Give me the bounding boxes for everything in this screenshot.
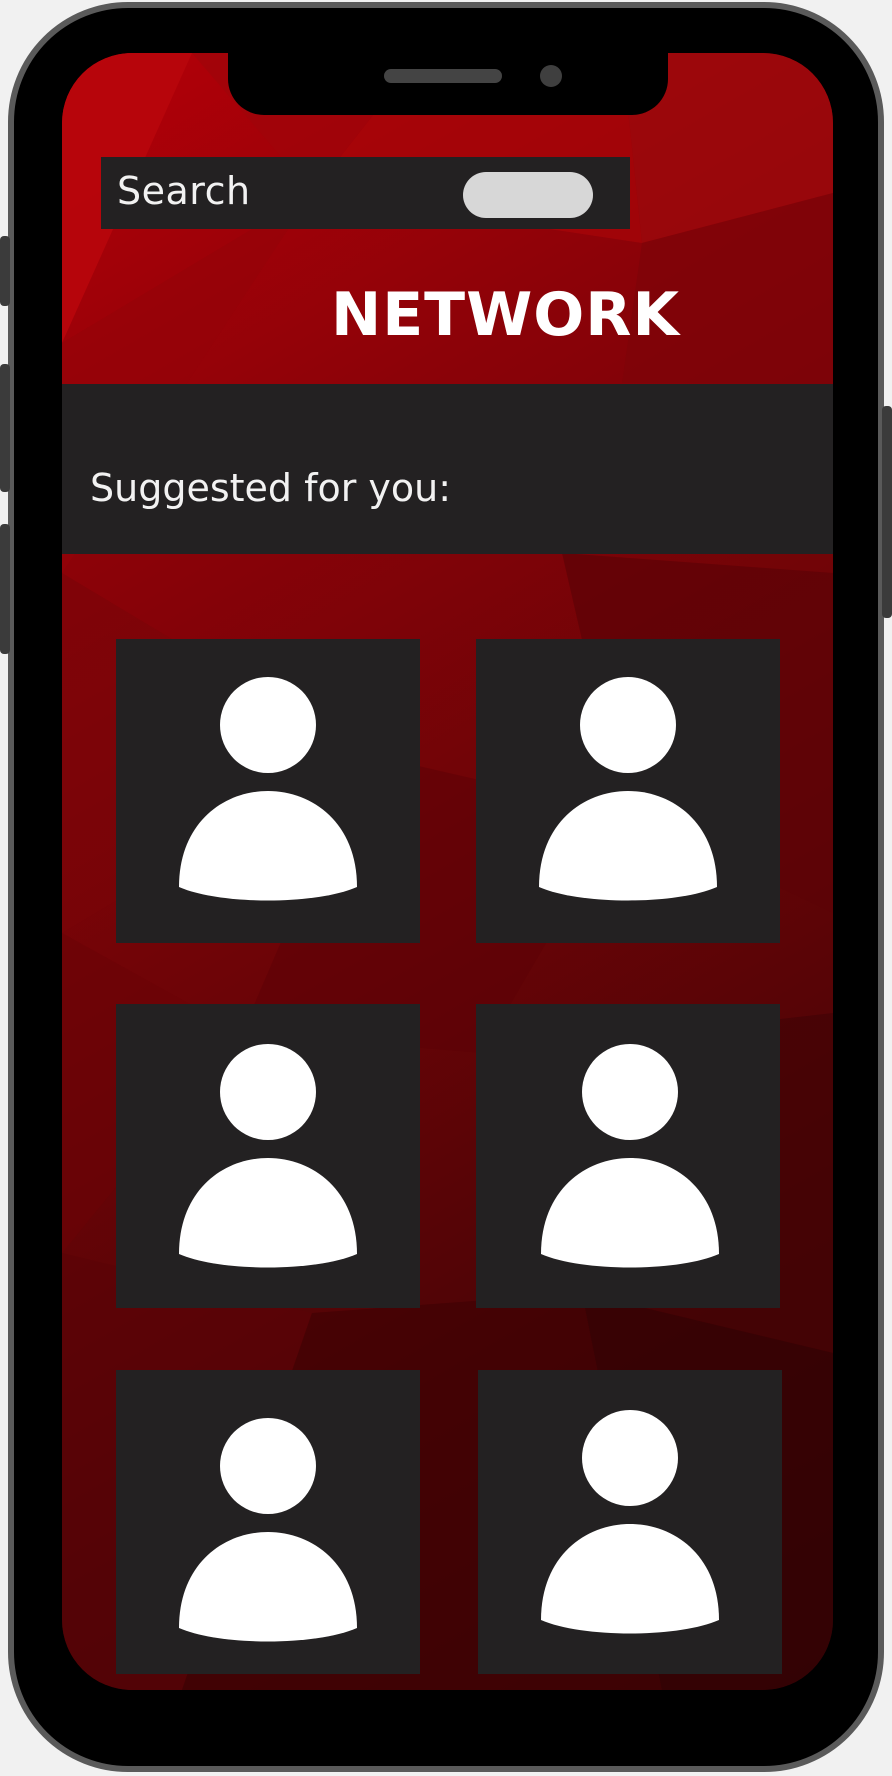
suggestion-card[interactable] (116, 1004, 420, 1308)
user-avatar-icon (179, 677, 357, 901)
search-bar[interactable]: Search (101, 157, 630, 229)
user-avatar-icon (179, 1418, 357, 1642)
suggested-label: Suggested for you: (90, 466, 452, 510)
side-button-power (882, 406, 892, 618)
suggested-section-header: Suggested for you: (62, 384, 833, 554)
search-label: Search (117, 169, 251, 213)
phone-notch (228, 53, 668, 115)
user-avatar-icon (541, 1044, 719, 1268)
side-button-volume-up (0, 364, 10, 492)
suggestion-card[interactable] (116, 639, 420, 943)
search-button[interactable] (463, 172, 593, 218)
suggestion-card[interactable] (116, 1370, 420, 1674)
page-title: NETWORK (330, 280, 680, 350)
suggestion-card[interactable] (478, 1370, 782, 1674)
suggestion-card[interactable] (476, 1004, 780, 1308)
side-button-volume-down (0, 524, 10, 654)
front-camera (540, 65, 562, 87)
side-button-mute (0, 236, 10, 306)
speaker-grille (384, 69, 502, 83)
user-avatar-icon (541, 1410, 719, 1634)
user-avatar-icon (179, 1044, 357, 1268)
user-avatar-icon (539, 677, 717, 901)
suggestion-card[interactable] (476, 639, 780, 943)
